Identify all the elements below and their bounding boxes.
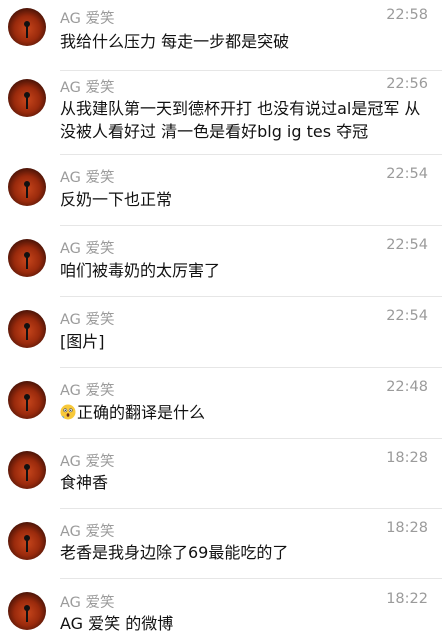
message-item[interactable]: AG 爱笑 22:56 从我建队第一天到德杯开打 也没有说过al是冠军 从没被人…: [0, 71, 442, 155]
message-time: 22:56: [386, 76, 428, 92]
sender-name: AG 爱笑: [60, 312, 115, 328]
avatar[interactable]: [8, 168, 46, 206]
message-time: 22:54: [386, 166, 428, 182]
message-time: 18:28: [386, 450, 428, 466]
message-item[interactable]: AG 爱笑 22:54 咱们被毒奶的太厉害了: [0, 226, 442, 297]
message-item[interactable]: AG 爱笑 22:54 [图片]: [0, 297, 442, 368]
avatar[interactable]: [8, 522, 46, 560]
avatar-logo-icon: [24, 252, 30, 269]
message-time: 22:48: [386, 379, 428, 395]
avatar[interactable]: [8, 79, 46, 117]
sender-name: AG 爱笑: [60, 241, 115, 257]
message-text: 正确的翻译是什么: [77, 403, 206, 422]
avatar-logo-icon: [24, 92, 30, 109]
message-text: 咱们被毒奶的太厉害了: [60, 261, 221, 280]
avatar-logo-icon: [24, 21, 30, 38]
avatar-logo-icon: [24, 464, 30, 481]
message-item[interactable]: AG 爱笑 22:54 反奶一下也正常: [0, 155, 442, 226]
message-text: AG 爱笑 的微博: [60, 614, 174, 633]
avatar[interactable]: [8, 381, 46, 419]
message-text: [图片]: [60, 332, 105, 351]
sender-name: AG 爱笑: [60, 454, 115, 470]
message-item[interactable]: AG 爱笑 18:28 食神香: [0, 439, 442, 509]
message-time: 22:58: [386, 7, 428, 23]
message-text: 老香是我身边除了69最能吃的了: [60, 543, 289, 562]
sender-name: AG 爱笑: [60, 595, 115, 611]
avatar-logo-icon: [24, 605, 30, 622]
avatar-logo-icon: [24, 394, 30, 411]
avatar[interactable]: [8, 310, 46, 348]
avatar-logo-icon: [24, 535, 30, 552]
message-item[interactable]: AG 爱笑 18:28 老香是我身边除了69最能吃的了: [0, 509, 442, 579]
avatar[interactable]: [8, 8, 46, 46]
sender-name: AG 爱笑: [60, 383, 115, 399]
sender-name: AG 爱笑: [60, 11, 115, 27]
sender-name: AG 爱笑: [60, 170, 115, 186]
sender-name: AG 爱笑: [60, 80, 115, 96]
message-item[interactable]: AG 爱笑 18:22 AG 爱笑 的微博: [0, 579, 442, 639]
message-item[interactable]: AG 爱笑 22:48 正确的翻译是什么: [0, 368, 442, 439]
avatar[interactable]: [8, 239, 46, 277]
avatar[interactable]: [8, 451, 46, 489]
message-text: 食神香: [60, 473, 109, 492]
message-item[interactable]: AG 爱笑 22:58 我给什么压力 每走一步都是突破: [0, 0, 442, 71]
message-text: 从我建队第一天到德杯开打 也没有说过al是冠军 从没被人看好过 清一色是看好bl…: [60, 99, 421, 141]
astonished-face-emoji-icon: [60, 404, 76, 420]
message-list: AG 爱笑 22:58 我给什么压力 每走一步都是突破 AG 爱笑 22:56 …: [0, 0, 442, 639]
message-text: 我给什么压力 每走一步都是突破: [60, 32, 290, 51]
message-time: 18:28: [386, 520, 428, 536]
avatar-logo-icon: [24, 181, 30, 198]
message-content: 正确的翻译是什么: [60, 401, 430, 424]
message-time: 18:22: [386, 591, 428, 607]
avatar-logo-icon: [24, 323, 30, 340]
avatar[interactable]: [8, 592, 46, 630]
message-time: 22:54: [386, 308, 428, 324]
message-time: 22:54: [386, 237, 428, 253]
sender-name: AG 爱笑: [60, 524, 115, 540]
message-text: 反奶一下也正常: [60, 190, 173, 209]
